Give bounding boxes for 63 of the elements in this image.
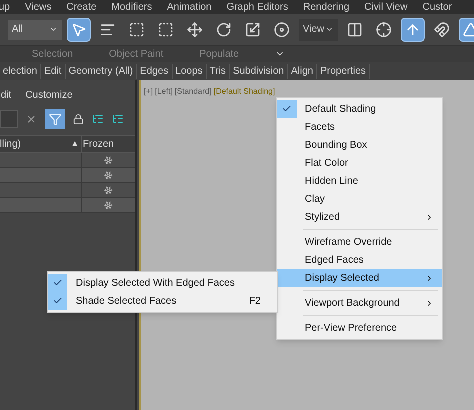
modeling-tab[interactable]: Loops <box>172 64 207 78</box>
search-field[interactable] <box>0 110 18 128</box>
menu-item[interactable]: Stylized <box>277 208 442 226</box>
coordinate-dropdown[interactable]: View <box>299 18 338 40</box>
viewport-label[interactable]: [Left] <box>155 86 173 98</box>
hierarchy-icon[interactable] <box>112 113 124 125</box>
toolbar-button[interactable] <box>400 18 424 42</box>
snowflake-icon[interactable] <box>104 186 113 194</box>
menu-item[interactable]: Graph Editors <box>226 0 288 14</box>
menu-item[interactable]: Rendering <box>303 0 350 14</box>
selection-filter-dropdown[interactable]: All <box>8 20 62 40</box>
menu-item[interactable]: Modifiers <box>112 0 152 14</box>
menu-item[interactable]: Animation <box>167 0 212 14</box>
scale-icon <box>245 22 261 38</box>
lock-icon[interactable] <box>73 114 84 124</box>
modeling-tab[interactable]: election <box>0 64 42 78</box>
check-icon <box>282 104 292 114</box>
snowflake-icon[interactable] <box>104 200 113 210</box>
modeling-tab[interactable]: Tris <box>206 64 230 78</box>
toolbar-button[interactable] <box>67 18 91 42</box>
menu-item[interactable]: Facets <box>277 118 442 136</box>
dashed-square-icon <box>158 22 174 38</box>
menu-item[interactable]: Wireframe Override <box>277 233 442 251</box>
menu-item[interactable]: up <box>0 0 10 14</box>
rotate-icon <box>216 22 232 38</box>
close-icon[interactable] <box>26 114 37 124</box>
column-header[interactable]: Frozen <box>82 136 135 152</box>
snap-icon <box>434 22 450 38</box>
menu-item[interactable]: Hidden Line <box>277 172 442 190</box>
viewport-label[interactable]: [+] <box>144 86 154 98</box>
dashed-square-icon <box>129 22 145 38</box>
menu-item[interactable]: Create <box>66 0 97 14</box>
modeling-tab[interactable]: Geometry (All) <box>66 64 138 78</box>
modeling-tab[interactable]: Edges <box>137 64 173 78</box>
modeling-tab[interactable]: Align <box>288 64 318 78</box>
snowflake-icon[interactable] <box>104 156 113 164</box>
menu-item[interactable]: Edged Faces <box>277 251 442 269</box>
menu-item[interactable]: Viewport Background <box>277 294 442 312</box>
menu-item[interactable]: Default Shading <box>277 100 442 118</box>
move-icon <box>187 22 203 38</box>
menu-item[interactable]: Clay <box>277 190 442 208</box>
menu-item[interactable]: Per-View Preference <box>277 319 442 337</box>
caret-icon <box>324 25 334 34</box>
hierarchy-icon[interactable] <box>92 113 104 125</box>
modeling-tab[interactable]: Properties <box>317 64 370 78</box>
crosshair-icon <box>376 22 392 38</box>
menu-item[interactable]: Custor <box>422 0 452 14</box>
column-header[interactable]: lling) ▲ <box>0 136 82 152</box>
snowflake-icon[interactable] <box>104 170 113 180</box>
menu-item[interactable]: Customize <box>26 88 73 103</box>
menu-item[interactable]: Display Selected <box>277 269 442 287</box>
menu-item[interactable]: Bounding Box <box>277 136 442 154</box>
filter-icon <box>48 112 62 126</box>
viewport-label[interactable]: [Standard] <box>174 86 212 98</box>
caret-icon <box>49 25 58 34</box>
pointer-icon <box>71 22 87 38</box>
menu-item[interactable]: Views <box>25 0 52 14</box>
menu-item[interactable]: Civil View <box>364 0 408 14</box>
menu-item[interactable]: dit <box>1 88 12 103</box>
modeling-tab[interactable]: Subdivision <box>230 64 288 78</box>
disc-icon <box>274 22 290 38</box>
modeling-tab[interactable]: Edit <box>41 64 66 78</box>
menu-item[interactable]: Flat Color <box>277 154 442 172</box>
